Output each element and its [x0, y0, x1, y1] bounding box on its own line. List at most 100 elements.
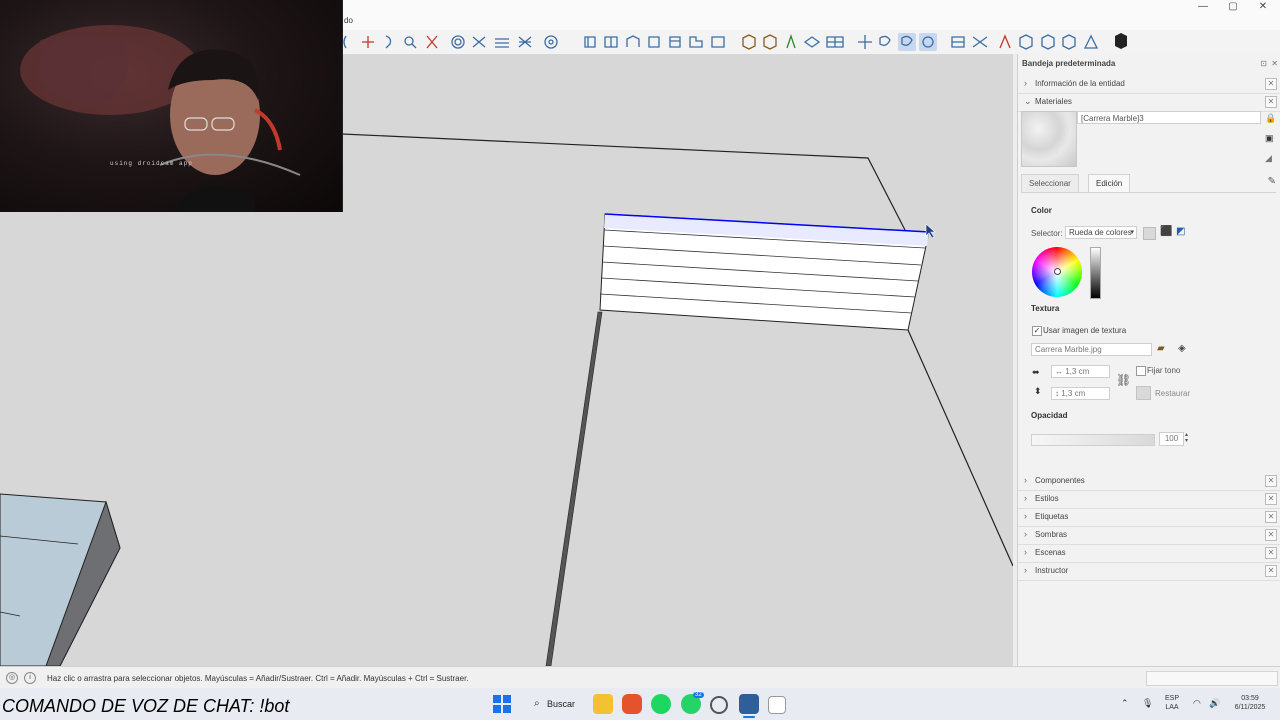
create-material-icon[interactable]: ▣	[1265, 133, 1274, 144]
flip-edge-icon[interactable]	[1062, 34, 1076, 50]
extension-warehouse-icon[interactable]	[1115, 33, 1127, 49]
brave-browser-icon[interactable]	[622, 694, 642, 714]
language-indicator[interactable]: ESP LAA	[1160, 694, 1184, 712]
section-components[interactable]: › Componentes ✕	[1018, 472, 1280, 491]
toolbar-active-1[interactable]	[898, 33, 916, 51]
hand-icon[interactable]	[385, 35, 392, 49]
texture-width-field[interactable]: ↔ 1,3 cm	[1051, 365, 1110, 378]
layers-icon[interactable]	[495, 38, 509, 48]
section-entity-info[interactable]: › Información de la entidad ✕	[1018, 75, 1280, 94]
close-icon[interactable]: ✕	[1265, 96, 1277, 108]
fix-hue-checkbox[interactable]	[1136, 366, 1146, 376]
spotify-icon[interactable]	[651, 694, 671, 714]
opacity-spinner-icon[interactable]: ▴ ▾	[1185, 432, 1188, 444]
close-icon[interactable]: ✕	[1265, 475, 1277, 487]
use-texture-checkbox[interactable]: ✓	[1032, 326, 1042, 336]
wall-right-edge[interactable]	[907, 329, 1013, 567]
wifi-icon[interactable]: ◠	[1193, 698, 1201, 709]
section-materials[interactable]: ⌄ Materiales ✕	[1018, 93, 1280, 112]
lock-icon[interactable]: 🔒	[1265, 113, 1276, 124]
close-icon[interactable]: ✕	[1265, 78, 1277, 90]
close-icon[interactable]: ✕	[1265, 565, 1277, 577]
chevron-up-icon[interactable]: ⌃	[1121, 698, 1129, 709]
info-icon[interactable]: i	[24, 672, 36, 684]
microphone-icon[interactable]: 🎙	[1142, 698, 1153, 709]
sandbox-icon[interactable]	[951, 36, 965, 48]
top-view-icon[interactable]	[604, 36, 618, 48]
section-styles[interactable]: › Estilos ✕	[1018, 490, 1280, 509]
sample-paint-icon[interactable]: ◢	[1265, 153, 1272, 164]
minimize-button[interactable]: —	[1188, 0, 1218, 14]
hidden-line-icon[interactable]	[803, 36, 821, 48]
opacity-field[interactable]: 100	[1159, 432, 1184, 446]
toolbar-active-2[interactable]	[919, 33, 937, 51]
iso-view-icon[interactable]	[584, 36, 596, 48]
tab-select[interactable]: Seleccionar	[1021, 174, 1079, 192]
wireframe-icon[interactable]	[786, 33, 796, 49]
zoom-icon[interactable]	[404, 36, 414, 46]
material-name-field[interactable]: [Carrera Marble]3	[1077, 111, 1261, 124]
texture-height-field[interactable]: ↕ 1,3 cm	[1051, 387, 1110, 400]
close-icon[interactable]: ✕	[1265, 547, 1277, 559]
texture-file-field[interactable]: Carrera Marble.jpg	[1031, 343, 1152, 356]
app-settings-icon[interactable]	[710, 696, 728, 714]
bottom-view-icon[interactable]	[711, 36, 725, 48]
style-icon[interactable]	[544, 35, 558, 49]
windows-start-icon[interactable]	[492, 694, 512, 714]
back-edges-icon[interactable]	[763, 34, 777, 50]
section-tags[interactable]: › Etiquetas ✕	[1018, 508, 1280, 527]
color-wheel-marker[interactable]	[1054, 268, 1061, 275]
sketchup-icon[interactable]	[739, 694, 759, 714]
orbit-icon[interactable]	[343, 35, 347, 49]
section-shadows[interactable]: › Sombras ✕	[1018, 526, 1280, 545]
notepad-icon[interactable]	[768, 696, 786, 714]
zoom-extents-icon[interactable]	[426, 35, 438, 49]
section-cut-icon[interactable]	[472, 36, 486, 48]
left-view-icon[interactable]	[689, 36, 703, 48]
front-view-icon[interactable]	[626, 35, 640, 47]
brightness-slider[interactable]	[1090, 247, 1101, 299]
close-icon[interactable]: ✕	[1265, 529, 1277, 541]
back-view-icon[interactable]	[669, 36, 681, 48]
edit-texture-icon[interactable]: ◈	[1178, 343, 1186, 354]
color-selector-dropdown[interactable]: Rueda de colores ▾	[1065, 226, 1137, 239]
section-icon[interactable]	[451, 35, 465, 49]
add-detail-icon[interactable]	[1041, 34, 1055, 50]
close-icon[interactable]: ✕	[1265, 493, 1277, 505]
terrain-icon[interactable]	[1083, 34, 1099, 49]
geo-location-icon[interactable]: ◎	[6, 672, 18, 684]
reset-swatch[interactable]	[1136, 386, 1151, 400]
monochrome-icon[interactable]	[879, 35, 891, 46]
close-icon[interactable]: ✕	[1265, 511, 1277, 523]
reset-label[interactable]: Restaurar	[1155, 389, 1190, 398]
section-fill-icon[interactable]	[518, 36, 532, 48]
drape-icon[interactable]	[1019, 34, 1033, 50]
pan-icon[interactable]	[362, 36, 374, 48]
shaded-texture-icon[interactable]	[858, 35, 872, 49]
file-explorer-icon[interactable]	[593, 694, 613, 714]
measurements-box[interactable]	[1146, 671, 1278, 686]
match-model-color-icon[interactable]: ⬛	[1160, 226, 1172, 237]
taskbar-search-button[interactable]: ⌕ Buscar	[522, 694, 586, 714]
browse-folder-icon[interactable]: ▰	[1157, 343, 1165, 354]
clock[interactable]: 03:59 6/11/2025	[1224, 694, 1276, 712]
opacity-slider[interactable]	[1031, 434, 1155, 446]
color-swatch[interactable]	[1143, 227, 1156, 240]
wall-post[interactable]	[545, 311, 603, 666]
volume-icon[interactable]: 🔊	[1209, 698, 1220, 709]
pin-icon[interactable]: ⊡	[1260, 59, 1267, 68]
smoove-icon[interactable]	[972, 36, 988, 48]
eyedropper-icon[interactable]: ✎	[1268, 176, 1276, 187]
menu-fragment[interactable]: do	[344, 16, 353, 25]
close-window-button[interactable]: ✕	[1248, 0, 1278, 14]
section-instructor[interactable]: › Instructor ✕	[1018, 562, 1280, 581]
link-aspect-icon[interactable]: ⛓	[1116, 373, 1131, 387]
match-screen-color-icon[interactable]: ◩	[1176, 226, 1185, 237]
shaded-icon[interactable]	[826, 36, 844, 48]
section-scenes[interactable]: › Escenas ✕	[1018, 544, 1280, 563]
right-view-icon[interactable]	[648, 36, 660, 48]
tab-edit[interactable]: Edición	[1088, 174, 1131, 192]
tray-close-icon[interactable]: ✕	[1271, 59, 1278, 68]
maximize-button[interactable]: ▢	[1218, 0, 1248, 14]
stamp-icon[interactable]	[999, 34, 1011, 49]
